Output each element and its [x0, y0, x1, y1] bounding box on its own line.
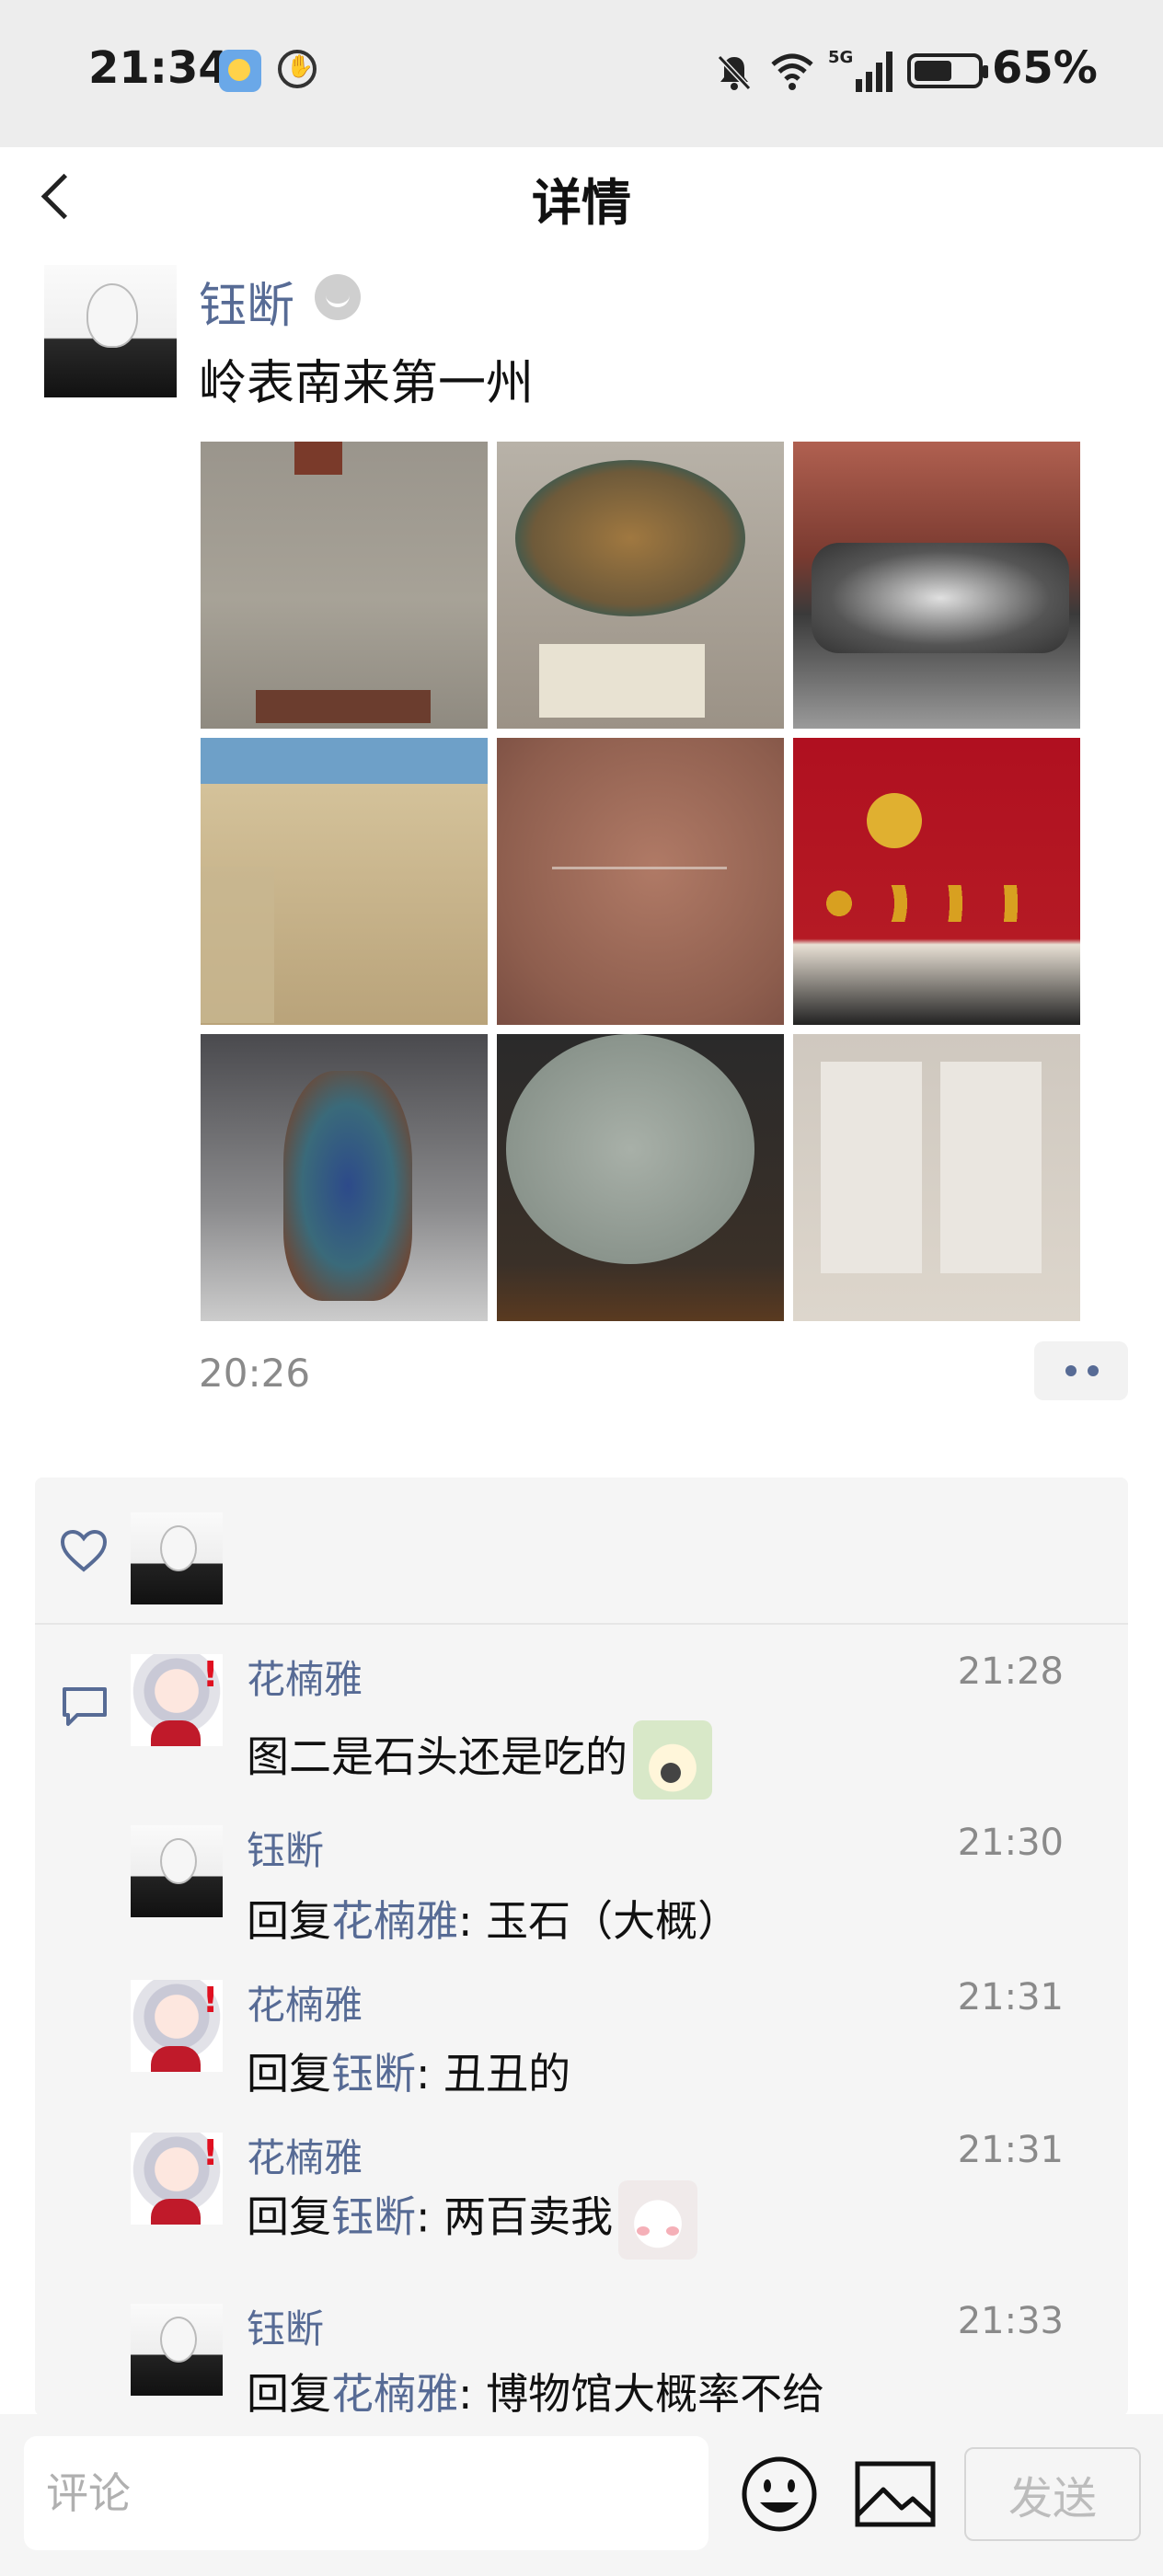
comment-body: 玉石（大概）	[486, 1896, 741, 1946]
avatar[interactable]	[131, 1654, 223, 1746]
comment-body: 图二是石头还是吃的	[247, 1731, 628, 1782]
status-bar: 21:34 5G 65%	[0, 0, 1163, 147]
photo-grid	[201, 442, 1080, 1321]
reply-prefix: 回复	[247, 2191, 331, 2242]
comment-text: 回复花楠雅: 玉石（大概）	[247, 1888, 740, 1949]
post-time: 20:26	[199, 1351, 311, 1396]
photo-9[interactable]	[793, 1034, 1080, 1321]
author-avatar[interactable]	[44, 265, 177, 397]
interaction-panel: 花楠雅 21:28 图二是石头还是吃的 钰断 21:30 回复花楠雅: 玉石（大…	[35, 1478, 1128, 2416]
comment-text: 回复钰断: 两百卖我	[247, 2180, 698, 2260]
comment-time: 21:31	[957, 2129, 1064, 2171]
photo-7[interactable]	[201, 1034, 488, 1321]
avatar[interactable]	[131, 1825, 223, 1917]
comment-text: 回复花楠雅: 博物馆大概率不给	[247, 2361, 824, 2416]
weather-icon	[219, 50, 261, 92]
photo-1[interactable]	[201, 442, 488, 729]
photo-3[interactable]	[793, 442, 1080, 729]
comment-time: 21:31	[957, 1976, 1064, 2018]
post-text: 岭表南来第一州	[199, 356, 535, 411]
svg-text:5G: 5G	[828, 48, 853, 67]
wifi-icon	[771, 53, 813, 90]
comment-author[interactable]: 钰断	[247, 1820, 324, 1876]
reply-target[interactable]: 钰断	[331, 2192, 416, 2242]
comment-text: 回复钰断: 丑丑的	[247, 2041, 570, 2101]
comment-time: 21:33	[957, 2300, 1064, 2342]
heart-outline-icon	[60, 1529, 108, 1572]
status-time: 21:34	[88, 42, 229, 94]
likes-row	[35, 1478, 1128, 1625]
avatar[interactable]	[131, 1980, 223, 2072]
send-button[interactable]: 发送	[964, 2447, 1141, 2541]
reply-prefix: 回复	[247, 1896, 331, 1946]
page-title: 详情	[532, 174, 631, 232]
reply-target[interactable]: 钰断	[331, 2049, 416, 2099]
more-actions-button[interactable]	[1034, 1341, 1128, 1400]
reply-prefix: 回复	[247, 2369, 331, 2416]
avatar[interactable]	[131, 2133, 223, 2225]
rabbit-sticker	[633, 1720, 712, 1800]
comment-item[interactable]: 花楠雅 21:28 图二是石头还是吃的	[35, 1647, 1128, 1800]
smile-status-icon	[315, 274, 361, 320]
avatar[interactable]	[131, 2304, 223, 2396]
comment-item[interactable]: 钰断 21:30 回复花楠雅: 玉石（大概）	[35, 1818, 1128, 1965]
reply-target[interactable]: 花楠雅	[331, 1896, 458, 1946]
signal-5g-icon: 5G	[828, 48, 892, 92]
reply-separator: :	[458, 2369, 487, 2416]
battery-percent: 65%	[992, 42, 1098, 94]
like-user-avatar[interactable]	[131, 1512, 223, 1604]
photo-4[interactable]	[201, 738, 488, 1025]
photo-5[interactable]	[497, 738, 784, 1025]
comment-text: 图二是石头还是吃的	[247, 1720, 712, 1800]
comment-item[interactable]: 花楠雅 21:31 回复钰断: 丑丑的	[35, 1972, 1128, 2120]
comment-item[interactable]: 花楠雅 21:31 回复钰断: 两百卖我	[35, 2125, 1128, 2272]
reply-prefix: 回复	[247, 2049, 331, 2099]
image-icon[interactable]	[854, 2458, 937, 2530]
comment-author[interactable]: 钰断	[247, 2298, 324, 2354]
photo-2[interactable]	[497, 442, 784, 729]
comment-time: 21:30	[957, 1822, 1064, 1864]
comment-body: 博物馆大概率不给	[486, 2369, 825, 2416]
reply-separator: :	[416, 2049, 444, 2099]
bear-sticker	[618, 2180, 698, 2260]
comment-body: 两百卖我	[443, 2191, 614, 2242]
battery-saver-icon	[907, 53, 988, 88]
comment-author[interactable]: 花楠雅	[247, 1974, 363, 2030]
smiley-icon[interactable]	[740, 2455, 819, 2534]
comment-item[interactable]: 钰断 21:33 回复花楠雅: 博物馆大概率不给	[35, 2296, 1128, 2416]
bell-off-icon	[717, 54, 752, 91]
comment-bar: 发送	[0, 2414, 1163, 2576]
reply-separator: :	[416, 2191, 444, 2242]
comment-input[interactable]	[24, 2436, 708, 2550]
comment-body: 丑丑的	[443, 2049, 571, 2099]
comment-author[interactable]: 花楠雅	[247, 1649, 363, 1705]
author-name[interactable]: 钰断	[199, 267, 294, 336]
reply-separator: :	[458, 1896, 487, 1946]
photo-6[interactable]	[793, 738, 1080, 1025]
photo-8[interactable]	[497, 1034, 784, 1321]
hand-icon	[278, 50, 317, 88]
reply-target[interactable]: 花楠雅	[331, 2369, 458, 2416]
comment-time: 21:28	[957, 1650, 1064, 1693]
comment-author[interactable]: 花楠雅	[247, 2127, 363, 2183]
